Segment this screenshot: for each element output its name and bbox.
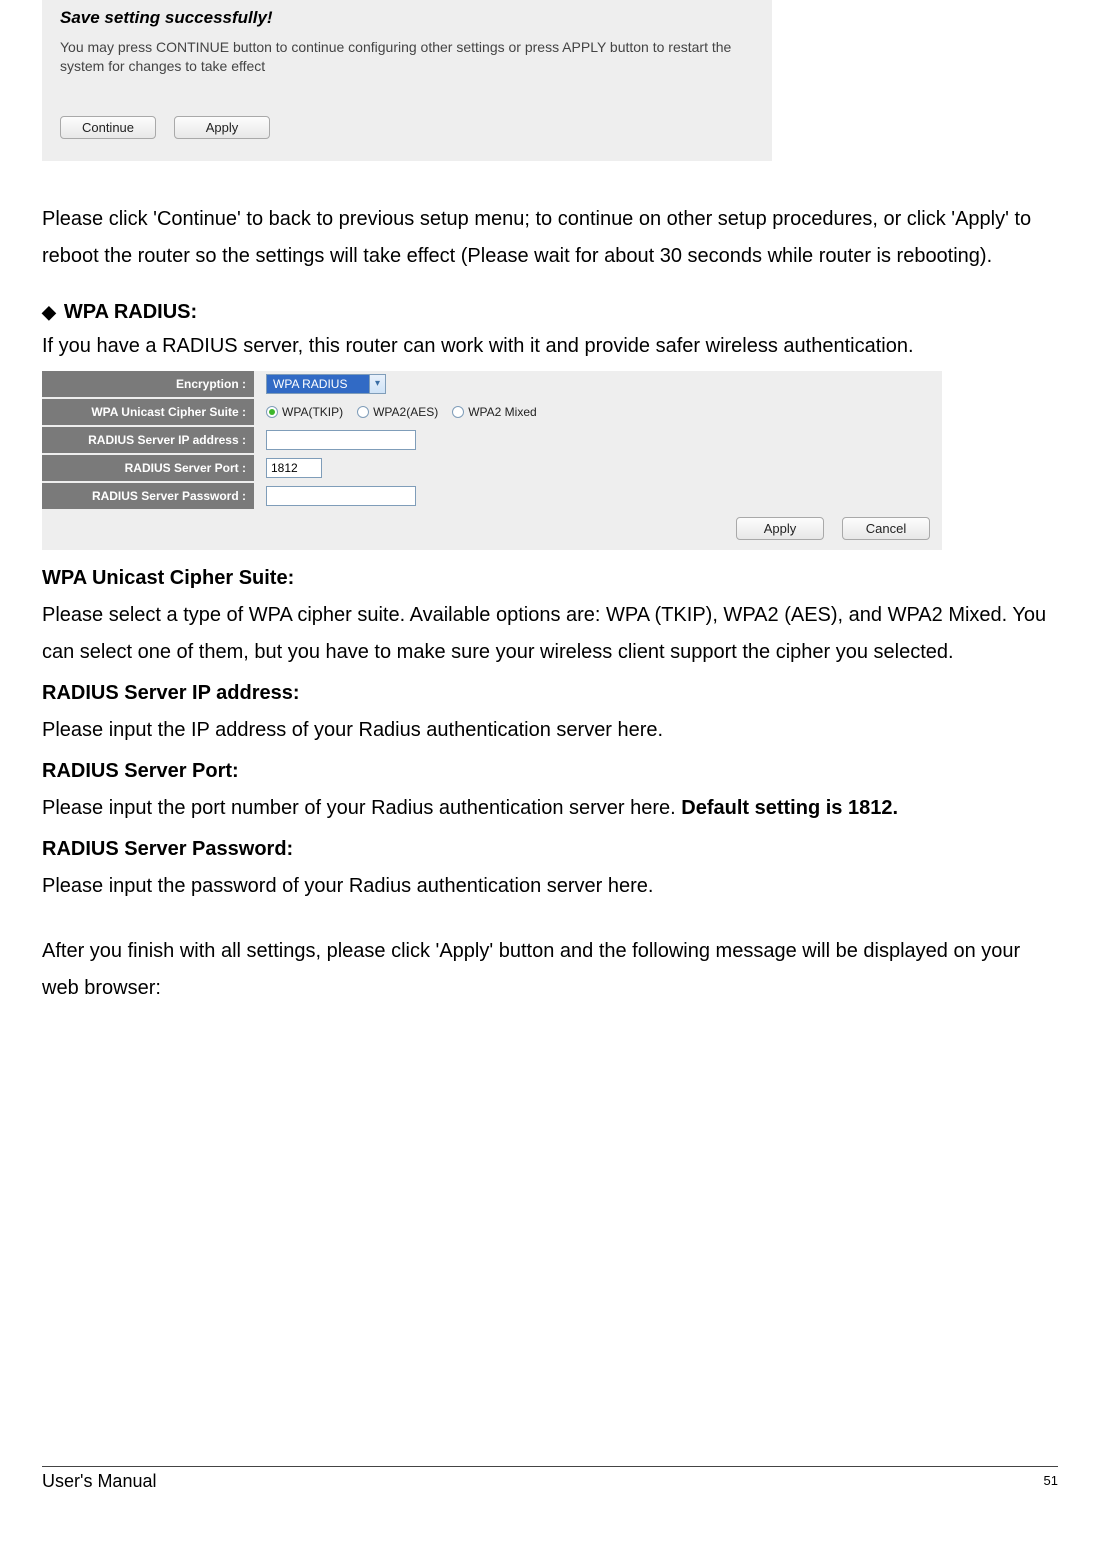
def-body-port: Please input the port number of your Rad… (42, 790, 1058, 827)
label-radius-port: RADIUS Server Port : (42, 455, 254, 481)
paragraph-after-settings: After you finish with all settings, plea… (42, 933, 1058, 1007)
dialog-title: Save setting successfully! (60, 8, 754, 28)
label-radius-ip: RADIUS Server IP address : (42, 427, 254, 453)
diamond-bullet-icon: ◆ (42, 302, 56, 323)
radio-wpa2-aes[interactable]: WPA2(AES) (357, 405, 438, 419)
config-cancel-button[interactable]: Cancel (842, 517, 930, 540)
chevron-down-icon: ▾ (369, 375, 385, 393)
def-heading-ip: RADIUS Server IP address: (42, 675, 1058, 712)
wpa-radius-config-panel: Encryption : WPA RADIUS ▾ WPA Unicast Ci… (42, 371, 942, 550)
dialog-text: You may press CONTINUE button to continu… (60, 38, 754, 76)
page-footer: User's Manual 51 (42, 1466, 1058, 1492)
def-body-cipher: Please select a type of WPA cipher suite… (42, 597, 1058, 671)
footer-left: User's Manual (42, 1471, 156, 1492)
radius-password-input[interactable] (266, 486, 416, 506)
page-number: 51 (1044, 1471, 1058, 1492)
save-settings-dialog: Save setting successfully! You may press… (42, 0, 772, 161)
def-body-ip: Please input the IP address of your Radi… (42, 712, 1058, 749)
paragraph-continue-apply: Please click 'Continue' to back to previ… (42, 201, 1058, 275)
def-heading-password: RADIUS Server Password: (42, 831, 1058, 868)
section-heading-text: WPA RADIUS: (64, 301, 197, 324)
label-radius-password: RADIUS Server Password : (42, 483, 254, 509)
def-body-password: Please input the password of your Radius… (42, 868, 1058, 905)
config-apply-button[interactable]: Apply (736, 517, 824, 540)
encryption-select[interactable]: WPA RADIUS ▾ (266, 374, 386, 394)
def-heading-port: RADIUS Server Port: (42, 753, 1058, 790)
radio-dot-icon (357, 406, 369, 418)
label-encryption: Encryption : (42, 371, 254, 397)
apply-button[interactable]: Apply (174, 116, 270, 139)
radio-dot-icon (452, 406, 464, 418)
radius-ip-input[interactable] (266, 430, 416, 450)
radio-wpa2-mixed[interactable]: WPA2 Mixed (452, 405, 536, 419)
paragraph-radius-intro: If you have a RADIUS server, this router… (42, 328, 1058, 365)
label-cipher-suite: WPA Unicast Cipher Suite : (42, 399, 254, 425)
encryption-select-value: WPA RADIUS (267, 375, 369, 393)
continue-button[interactable]: Continue (60, 116, 156, 139)
radius-port-input[interactable] (266, 458, 322, 478)
section-heading-wpa-radius: ◆ WPA RADIUS: (42, 301, 1058, 324)
radio-wpa-tkip[interactable]: WPA(TKIP) (266, 405, 343, 419)
def-heading-cipher: WPA Unicast Cipher Suite: (42, 560, 1058, 597)
radio-dot-icon (266, 406, 278, 418)
